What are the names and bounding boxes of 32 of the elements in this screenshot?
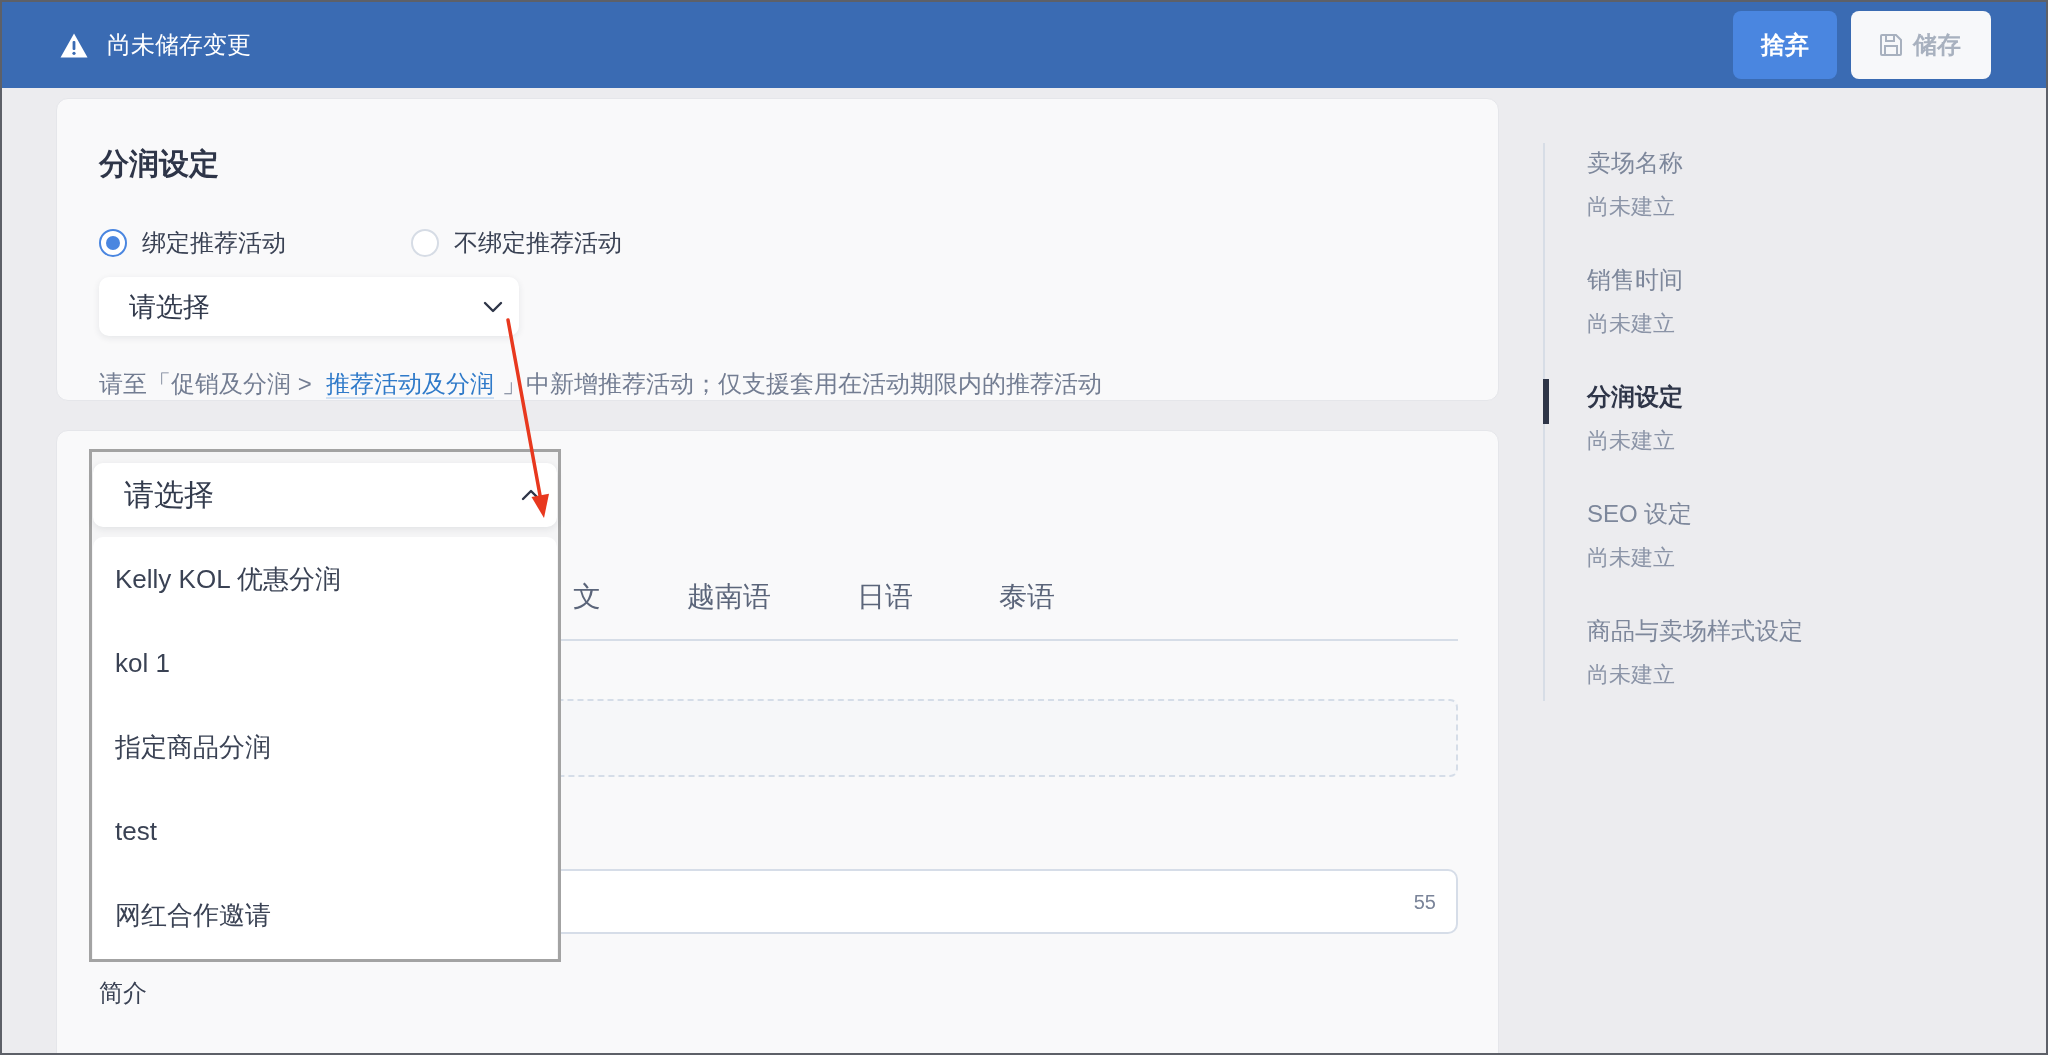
character-counter: 55	[1413, 889, 1436, 914]
select-field[interactable]: 请选择	[93, 463, 557, 527]
nav-link[interactable]: 分润设定	[1587, 382, 1683, 412]
dropdown-option[interactable]: Kelly KOL 优惠分润	[93, 537, 557, 621]
language-tab[interactable]: 泰语	[999, 580, 1055, 641]
radio-label[interactable]: 不绑定推荐活动	[454, 228, 622, 258]
nav-status: 尚未建立	[1587, 193, 1675, 221]
language-tab[interactable]: 日语	[857, 580, 913, 641]
dropdown-option[interactable]: 指定商品分润	[93, 705, 557, 789]
language-tab[interactable]: 越南语	[687, 580, 771, 641]
select-field[interactable]: 请选择	[99, 277, 519, 336]
nav-link[interactable]: 商品与卖场样式设定	[1587, 616, 1803, 646]
chevron-down-icon	[483, 300, 503, 313]
language-tab[interactable]: 文	[573, 580, 601, 641]
radio-button[interactable]	[99, 229, 127, 257]
nav-link[interactable]: 卖场名称	[1587, 148, 1683, 178]
warning-icon	[60, 32, 88, 58]
discard-button[interactable]: 捨弃	[1733, 11, 1837, 79]
nav-status: 尚未建立	[1587, 427, 1675, 455]
nav-status: 尚未建立	[1587, 661, 1675, 689]
radio-label[interactable]: 绑定推荐活动	[142, 228, 286, 258]
dropdown-option[interactable]: kol 1	[93, 621, 557, 705]
nav-status: 尚未建立	[1587, 310, 1675, 338]
hint-text: 请至「促销及分润 > 推荐活动及分润 」中新增推荐活动；仅支援套用在活动期限内的推荐活动	[99, 369, 1103, 400]
section-title: 分润设定	[99, 146, 219, 182]
nav-status: 尚未建立	[1587, 544, 1675, 572]
link[interactable]: 推荐活动及分润	[326, 370, 495, 399]
nav-link[interactable]: SEO 设定	[1587, 499, 1693, 529]
field-label: 简介	[99, 978, 147, 1008]
nav-link[interactable]: 销售时间	[1587, 265, 1683, 295]
active-marker-icon	[1543, 379, 1549, 424]
unsaved-changes-title: 尚未储存变更	[107, 30, 251, 60]
